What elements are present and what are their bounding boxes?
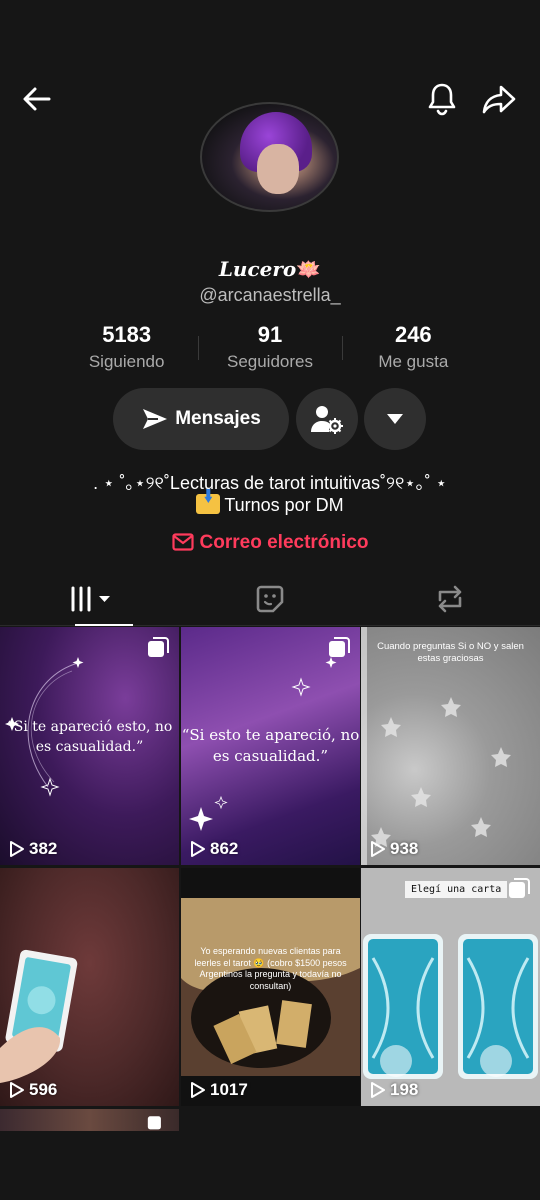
multi-photo-icon (329, 637, 350, 657)
view-count-value: 1017 (210, 1080, 248, 1099)
stat-following[interactable]: 5183 Siguiendo (55, 322, 198, 377)
video-tile-partial[interactable] (0, 1109, 179, 1131)
tarot-card-photo (0, 949, 78, 1083)
view-count: 862 (190, 839, 238, 859)
back-button[interactable] (15, 77, 59, 121)
arrow-left-icon (23, 87, 51, 111)
video-tile[interactable]: 596 (0, 868, 179, 1106)
stat-label: Me gusta (378, 352, 449, 371)
email-link-label: Correo electrónico (199, 532, 369, 553)
bell-icon (428, 83, 456, 116)
inbox-tray-icon (196, 494, 221, 514)
stat-value: 5183 (102, 322, 152, 347)
display-name-text: Lucero (218, 257, 297, 281)
more-options-button[interactable] (364, 388, 426, 450)
message-button-label: Mensajes (175, 408, 261, 429)
profile-actions: Mensajes (0, 388, 540, 450)
play-icon (10, 1082, 24, 1098)
play-icon (191, 1082, 205, 1098)
multi-photo-icon (148, 637, 169, 657)
share-icon (482, 85, 516, 114)
stat-likes[interactable]: 246 Me gusta (341, 322, 485, 377)
profile-stats: 5183 Siguiendo 91 Seguidores 246 Me gust… (55, 322, 485, 377)
content-tabs (0, 572, 540, 626)
user-settings-button[interactable] (296, 388, 358, 450)
view-count-value: 862 (210, 839, 239, 858)
caret-down-icon (387, 414, 403, 424)
stat-label: Siguiendo (88, 352, 165, 371)
play-icon (371, 1082, 385, 1098)
email-link[interactable]: Correo electrónico (0, 532, 540, 554)
avatar-face (257, 144, 299, 194)
video-tile[interactable]: Yo esperando nuevas clientas para leerle… (181, 868, 360, 1106)
tab-videos[interactable] (0, 572, 180, 626)
lotus-emoji: 🪷 (296, 257, 322, 281)
view-count: 938 (370, 839, 418, 859)
repost-icon (438, 585, 462, 612)
video-tile[interactable]: Cuando preguntas Si o NO y salen estas g… (361, 627, 540, 865)
view-count: 198 (370, 1080, 418, 1100)
bio-line-2-text: Turnos por DM (224, 495, 344, 515)
stat-value: 246 (394, 322, 432, 347)
video-tile[interactable]: “Si te apareció esto, no es casualidad.”… (0, 627, 179, 865)
message-button[interactable]: Mensajes (113, 388, 289, 450)
two-cards-photo (361, 868, 540, 1106)
send-icon (143, 409, 168, 429)
share-button[interactable] (477, 77, 521, 121)
bio-line-1: . ⋆ ˚｡⋆୨୧˚Lecturas de tarot intuitivas˚୨… (93, 473, 447, 493)
view-count: 596 (9, 1080, 57, 1100)
video-text: “Si esto te apareció, no es casualidad.” (181, 726, 360, 765)
tab-stickers[interactable] (180, 572, 360, 625)
video-text: Yo esperando nuevas clientas para leerle… (194, 946, 347, 991)
tab-reposts[interactable] (360, 572, 540, 625)
stat-followers[interactable]: 91 Seguidores (198, 322, 341, 377)
user-settings-icon (311, 406, 343, 434)
envelope-icon (171, 533, 194, 551)
video-tile[interactable]: “Si esto te apareció, no es casualidad.”… (181, 627, 360, 865)
play-icon (10, 841, 24, 857)
view-count-value: 938 (390, 839, 419, 858)
grid-icon (71, 586, 110, 611)
profile-avatar[interactable] (200, 102, 339, 212)
video-text: Cuando preguntas Si o NO y salen estas g… (377, 641, 524, 664)
stat-value: 91 (257, 322, 283, 347)
video-tile[interactable]: Elegí una carta 198 (361, 868, 540, 1106)
view-count: 382 (9, 839, 57, 859)
video-text: “Si te apareció esto, no es casualidad.” (6, 719, 173, 755)
view-count-value: 596 (29, 1080, 58, 1099)
username-handle: @arcanaestrella_ (199, 285, 341, 305)
view-count-value: 382 (29, 839, 58, 858)
view-count-value: 198 (390, 1080, 419, 1099)
bio-line-2: Turnos por DM (0, 494, 540, 516)
play-icon (371, 841, 385, 857)
view-count: 1017 (190, 1080, 248, 1100)
video-text: Elegí una carta (405, 881, 508, 898)
avatar (200, 102, 339, 212)
multi-photo-icon (147, 1116, 161, 1130)
top-bar (0, 0, 540, 212)
notifications-button[interactable] (420, 77, 464, 121)
display-name: Lucero🪷 (0, 257, 540, 281)
stat-label: Seguidores (226, 352, 313, 371)
sticker-icon (256, 585, 284, 612)
multi-photo-icon (509, 878, 530, 898)
play-icon (191, 841, 205, 857)
